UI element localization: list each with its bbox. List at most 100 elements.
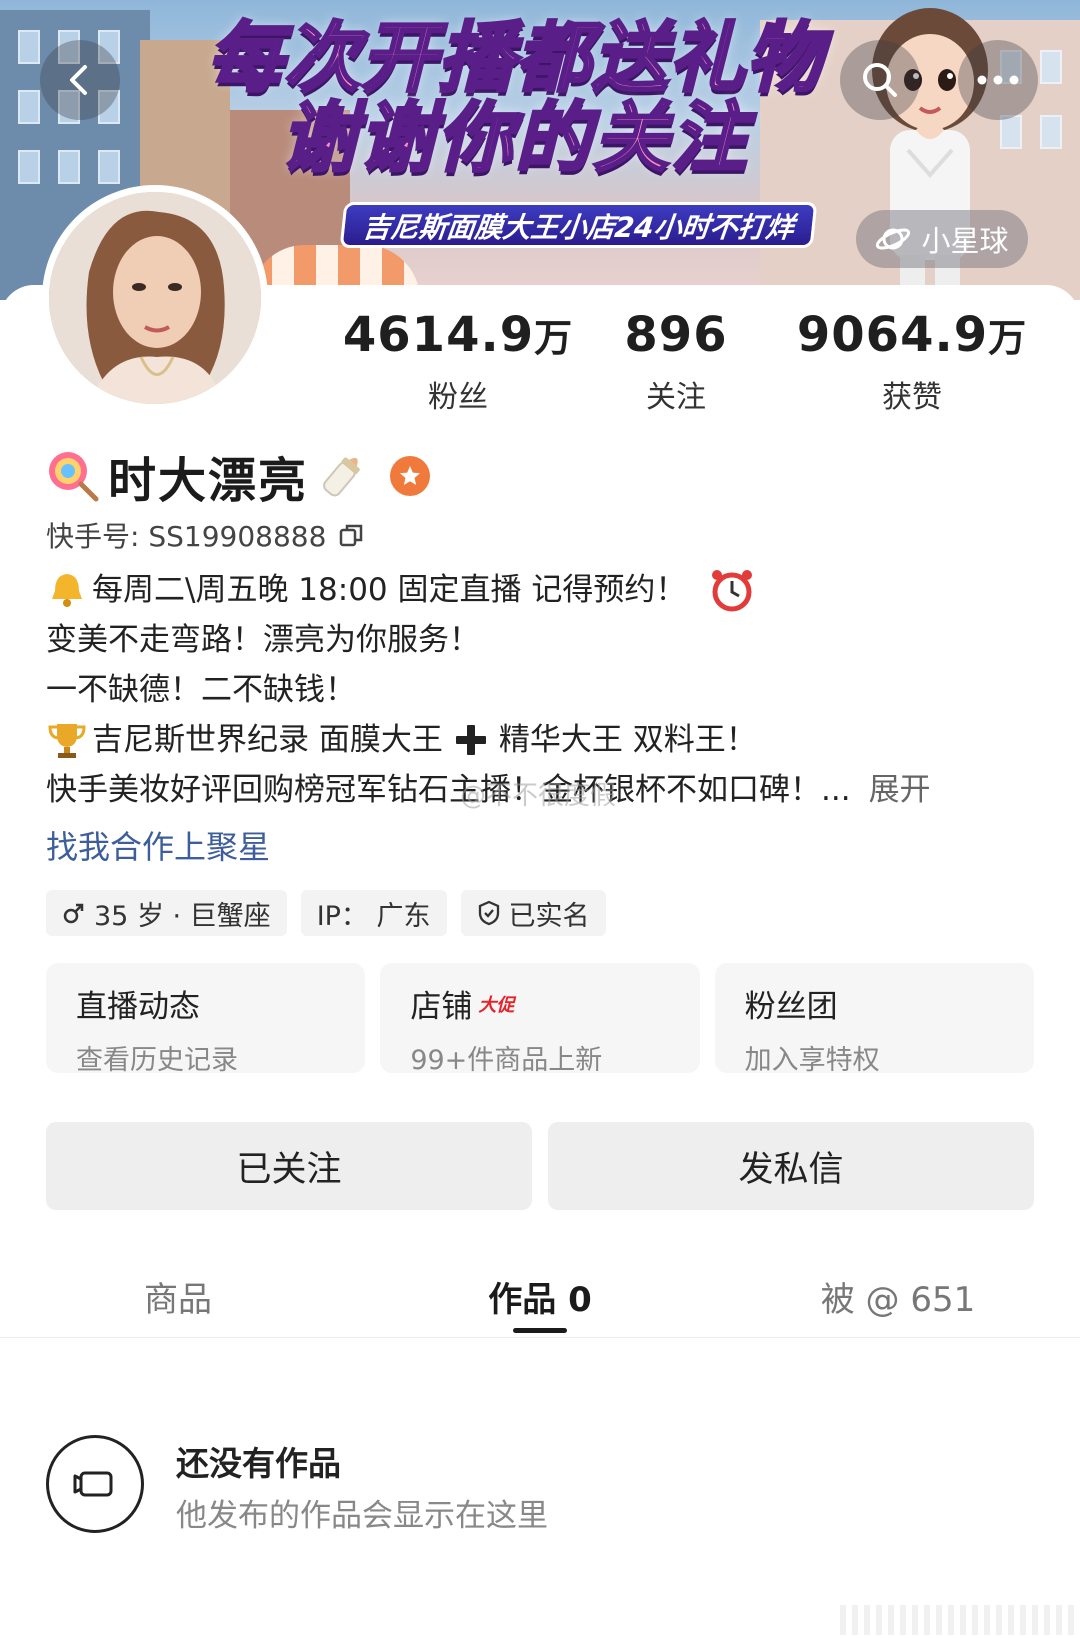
shop-card[interactable]: 店铺 大促 99+件商品上新 xyxy=(380,963,700,1076)
bio-text: 一不缺德！二不缺钱！ xyxy=(46,672,356,708)
follow-button[interactable]: 已关注 xyxy=(46,1122,532,1210)
profile-name: 时大漂亮 xyxy=(108,453,309,509)
card-title: 店铺 大促 xyxy=(410,981,669,1026)
promo-badge: 大促 xyxy=(478,994,515,1016)
card-title-text: 直播动态 xyxy=(76,989,200,1025)
user-id-row: 快手号: SS19908888 xyxy=(46,515,364,555)
empty-state-subtitle: 他发布的作品会显示在这里 xyxy=(176,1498,548,1534)
avatar-image xyxy=(49,192,261,404)
stat-label: 关注 xyxy=(646,380,706,415)
chevron-left-icon xyxy=(70,65,87,95)
tag-age: 35 岁 · 巨蟹座 xyxy=(46,890,287,936)
expand-bio-button[interactable]: 展开 xyxy=(869,765,931,815)
stat-value: 4614.9 xyxy=(342,307,535,363)
banner-headline-line1: 每次开播都送礼物 xyxy=(206,13,824,102)
more-button[interactable] xyxy=(958,40,1038,120)
empty-state-title: 还没有作品 xyxy=(176,1444,341,1483)
alarm-clock-icon xyxy=(712,570,753,612)
user-id-text: 快手号: SS19908888 xyxy=(46,520,327,553)
bell-icon xyxy=(52,574,82,607)
copy-icon[interactable] xyxy=(338,522,364,548)
content-tabs: 商品 作品 0 被 @ 651 xyxy=(0,1258,1080,1338)
search-icon xyxy=(863,63,897,97)
window xyxy=(18,30,40,64)
window xyxy=(58,150,80,184)
bio-line: 变美不走弯路！漂亮为你服务！ xyxy=(46,615,1046,665)
lollipop-icon xyxy=(49,452,99,502)
small-planet-button[interactable]: 小星球 xyxy=(856,210,1028,268)
search-button[interactable] xyxy=(840,40,920,120)
window xyxy=(1040,50,1062,84)
back-button[interactable] xyxy=(40,40,120,120)
tab-mentions[interactable]: 被 @ 651 xyxy=(748,1258,1048,1338)
card-subtitle: 加入享特权 xyxy=(744,1045,880,1076)
avatar-portrait xyxy=(49,192,261,404)
banner-headline: 每次开播都送礼物 谢谢你的关注 xyxy=(190,13,840,182)
tag-ip: IP： 广东 xyxy=(300,890,447,936)
stat-label: 粉丝 xyxy=(428,380,488,415)
star-icon xyxy=(400,466,421,485)
bio-line: 每周二\周五晚 18:00 固定直播 记得预约！ xyxy=(46,565,1046,615)
message-button[interactable]: 发私信 xyxy=(548,1122,1034,1210)
stat-number: 4614.9万 xyxy=(338,305,578,368)
stat-value: 896 xyxy=(624,307,728,363)
video-camera-icon xyxy=(73,1471,113,1497)
card-title: 直播动态 xyxy=(76,981,335,1026)
banner-headline-line2: 谢谢你的关注 xyxy=(280,92,749,182)
bottom-watermark xyxy=(840,1605,1080,1635)
plus-icon xyxy=(455,725,486,755)
stat-label: 获赞 xyxy=(882,380,942,415)
empty-state: 还没有作品 他发布的作品会显示在这里 xyxy=(46,1435,946,1535)
verified-star-badge[interactable] xyxy=(390,456,431,496)
shield-check-icon xyxy=(478,900,499,926)
bio-line: 一不缺德！二不缺钱！ xyxy=(46,665,1046,715)
bio-text: 快手美妆好评回购榜冠军钻石主播！金杯银杯不如口碑！... xyxy=(46,772,851,808)
more-horizontal-icon xyxy=(977,75,1019,85)
trophy-icon xyxy=(48,724,86,758)
bio-text: 精华大王 双料王！ xyxy=(498,722,757,758)
stat-number: 9064.9万 xyxy=(792,305,1032,368)
stat-unit: 万 xyxy=(988,316,1028,360)
collab-link[interactable]: 找我合作上聚星 xyxy=(46,822,270,868)
tag-text: 已实名 xyxy=(508,900,590,932)
male-icon xyxy=(63,903,84,924)
stat-value: 9064.9 xyxy=(796,307,989,363)
fan-group-card[interactable]: 粉丝团 加入享特权 xyxy=(714,963,1034,1076)
stat-following[interactable]: 896 关注 xyxy=(556,305,796,416)
tag-text: IP： 广东 xyxy=(316,900,431,932)
tag-verified: 已实名 xyxy=(460,890,606,936)
live-history-card[interactable]: 直播动态 查看历史记录 xyxy=(46,963,366,1076)
profile-name-row: 时大漂亮 xyxy=(46,445,431,509)
tab-works[interactable]: 作品 0 xyxy=(390,1258,690,1338)
window xyxy=(98,150,120,184)
card-subtitle: 99+件商品上新 xyxy=(410,1045,603,1076)
small-planet-label: 小星球 xyxy=(921,224,1009,258)
avatar[interactable] xyxy=(42,185,268,411)
stats-row: 4614.9万 粉丝 896 关注 9064.9万 获赞 xyxy=(300,305,1080,415)
bio-line: 吉尼斯世界纪录 面膜大王 精华大王 双料王！ xyxy=(46,715,1046,765)
banner-subtitle: 吉尼斯面膜大王小店24小时不打烊 xyxy=(339,202,818,248)
card-title-text: 粉丝团 xyxy=(744,989,838,1025)
stat-likes[interactable]: 9064.9万 获赞 xyxy=(792,305,1032,416)
window xyxy=(18,90,40,124)
profile-tags: 35 岁 · 巨蟹座 IP： 广东 已实名 xyxy=(46,890,606,936)
window xyxy=(1040,115,1062,149)
baby-bottle-icon xyxy=(323,457,360,497)
active-tab-indicator xyxy=(513,1328,567,1333)
tab-products[interactable]: 商品 xyxy=(28,1258,328,1338)
stat-followers[interactable]: 4614.9万 粉丝 xyxy=(338,305,578,416)
window xyxy=(18,150,40,184)
planet-icon xyxy=(876,228,911,250)
empty-state-icon-wrap xyxy=(46,1435,144,1533)
card-title-text: 店铺 xyxy=(410,989,473,1025)
stat-number: 896 xyxy=(556,305,796,368)
watermark-text: @不不很度假 xyxy=(460,781,617,811)
tag-text: 35 岁 · 巨蟹座 xyxy=(94,900,271,932)
bio-text: 每周二\周五晚 18:00 固定直播 记得预约！ xyxy=(92,572,687,608)
bio-text: 变美不走弯路！漂亮为你服务！ xyxy=(46,622,480,658)
quick-entry-cards: 直播动态 查看历史记录 店铺 大促 99+件商品上新 粉丝团 加入享特权 xyxy=(46,963,1034,1076)
card-title: 粉丝团 xyxy=(745,981,1004,1026)
card-subtitle: 查看历史记录 xyxy=(76,1045,238,1076)
bio-text: 吉尼斯世界纪录 面膜大王 xyxy=(92,722,443,758)
action-buttons: 已关注 发私信 xyxy=(46,1122,1034,1210)
